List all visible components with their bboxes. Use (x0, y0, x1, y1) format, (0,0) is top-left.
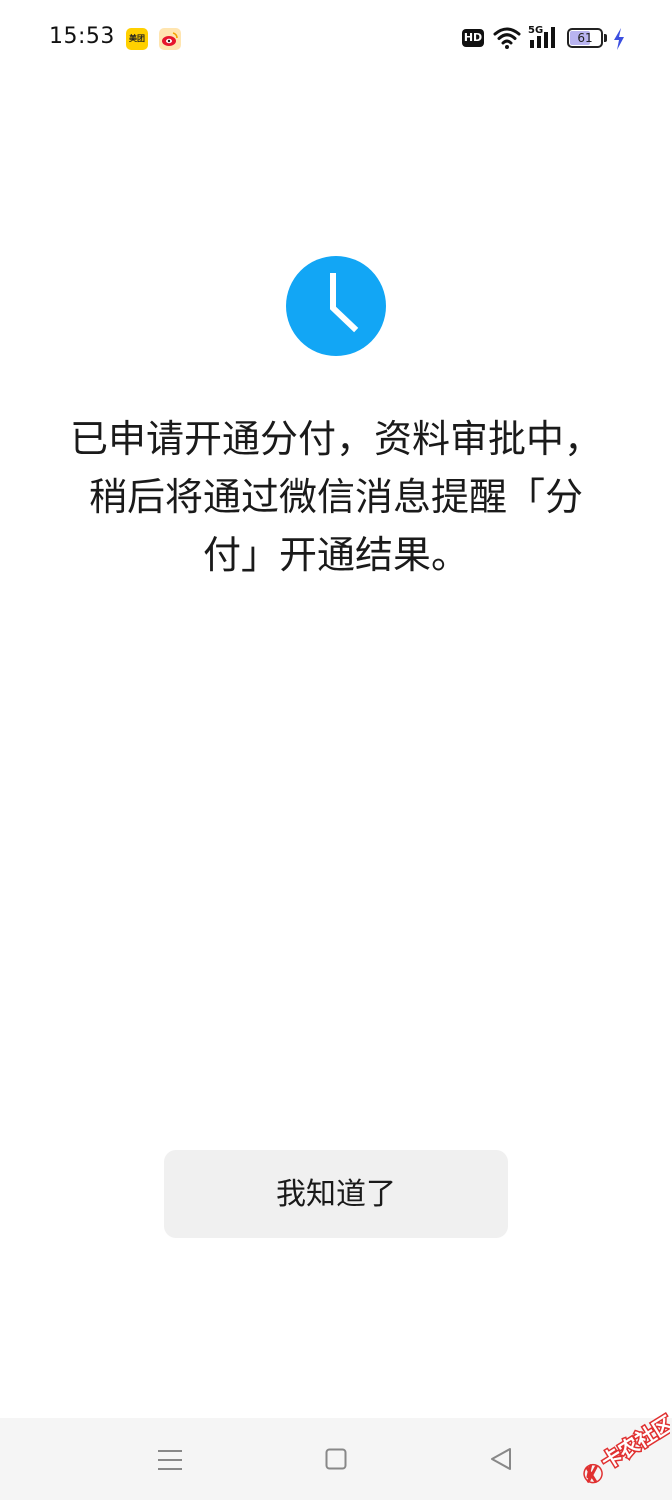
back-icon[interactable] (489, 1447, 513, 1475)
acknowledge-button[interactable]: 我知道了 (164, 1150, 508, 1238)
watermark-logo: 卡农社区 (570, 1405, 672, 1489)
svg-text:卡农社区: 卡农社区 (597, 1411, 670, 1474)
charging-bolt-icon (612, 27, 626, 55)
status-time: 15:53 (49, 24, 115, 49)
message-line: 付」开通结果。 (202, 533, 469, 577)
battery-tip (604, 34, 607, 42)
status-bar: 15:53 美团 HD 5G 61 (0, 0, 672, 78)
wifi-icon (493, 26, 521, 54)
battery-icon: 61 (567, 28, 603, 48)
status-message: 已申请开通分付，资料审批中， 稍后将通过微信消息提醒「分 付」开通结果。 (40, 410, 632, 584)
network-type-label: 5G (528, 25, 543, 36)
home-icon[interactable] (325, 1448, 347, 1474)
weibo-icon (159, 28, 181, 50)
clock-icon (286, 256, 386, 356)
signal-5g-icon: 5G (528, 24, 560, 54)
hd-icon: HD (462, 29, 484, 47)
message-line: 已申请开通分付，资料审批中， (69, 417, 602, 461)
battery-level: 61 (577, 31, 593, 45)
message-line: 稍后将通过微信消息提醒「分 (88, 475, 583, 519)
menu-icon[interactable] (157, 1448, 183, 1476)
meituan-icon: 美团 (126, 28, 148, 50)
